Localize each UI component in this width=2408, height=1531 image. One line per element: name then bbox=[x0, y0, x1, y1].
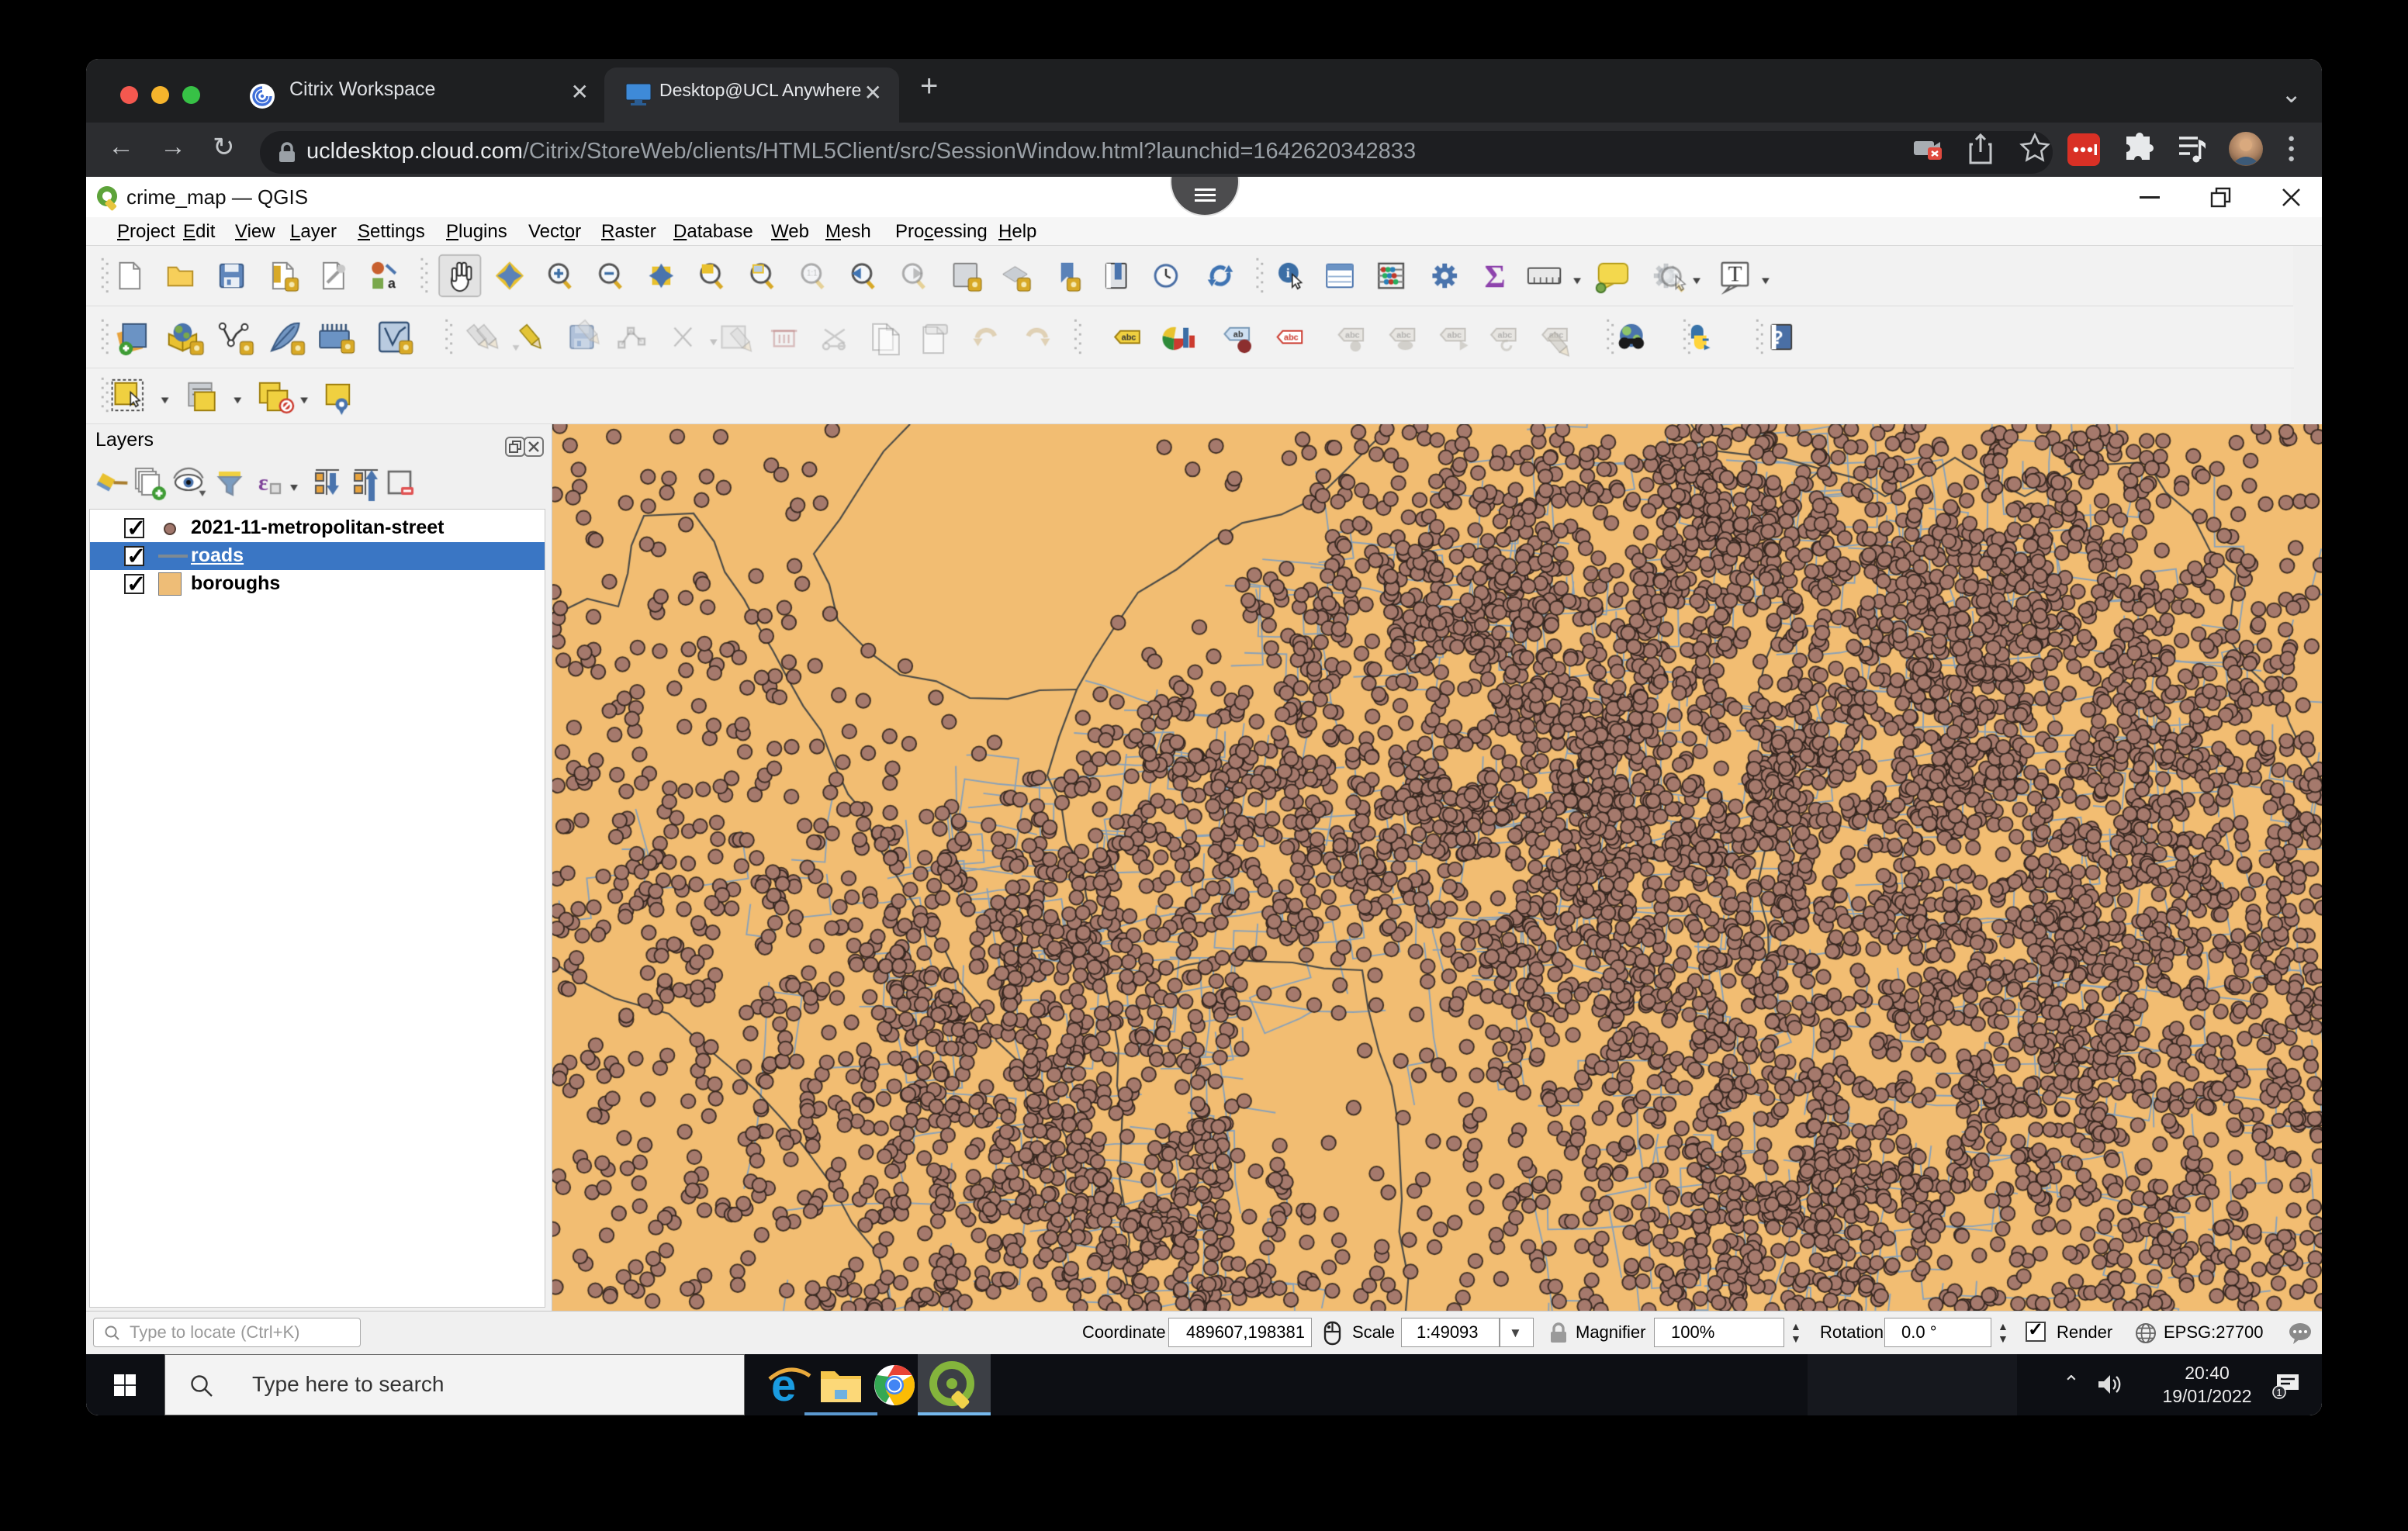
svg-text:1: 1 bbox=[2276, 1387, 2282, 1398]
